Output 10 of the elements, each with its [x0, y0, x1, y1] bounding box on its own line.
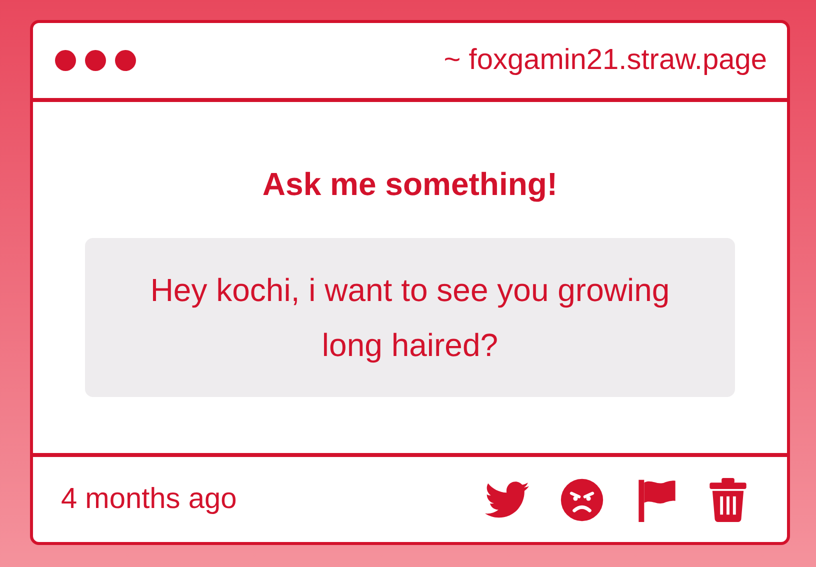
page-address: ~ foxgamin21.straw.page	[444, 44, 767, 77]
window-dot	[115, 50, 136, 71]
window-dot	[85, 50, 106, 71]
angry-face-icon[interactable]	[559, 476, 605, 522]
bird-icon[interactable]	[485, 480, 529, 518]
trash-icon[interactable]	[709, 478, 747, 522]
prompt-title: Ask me something!	[262, 165, 558, 204]
question-text: Hey kochi, i want to see you growing long haired?	[150, 270, 670, 365]
timestamp: 4 months ago	[61, 483, 238, 516]
window-dot	[55, 50, 76, 71]
